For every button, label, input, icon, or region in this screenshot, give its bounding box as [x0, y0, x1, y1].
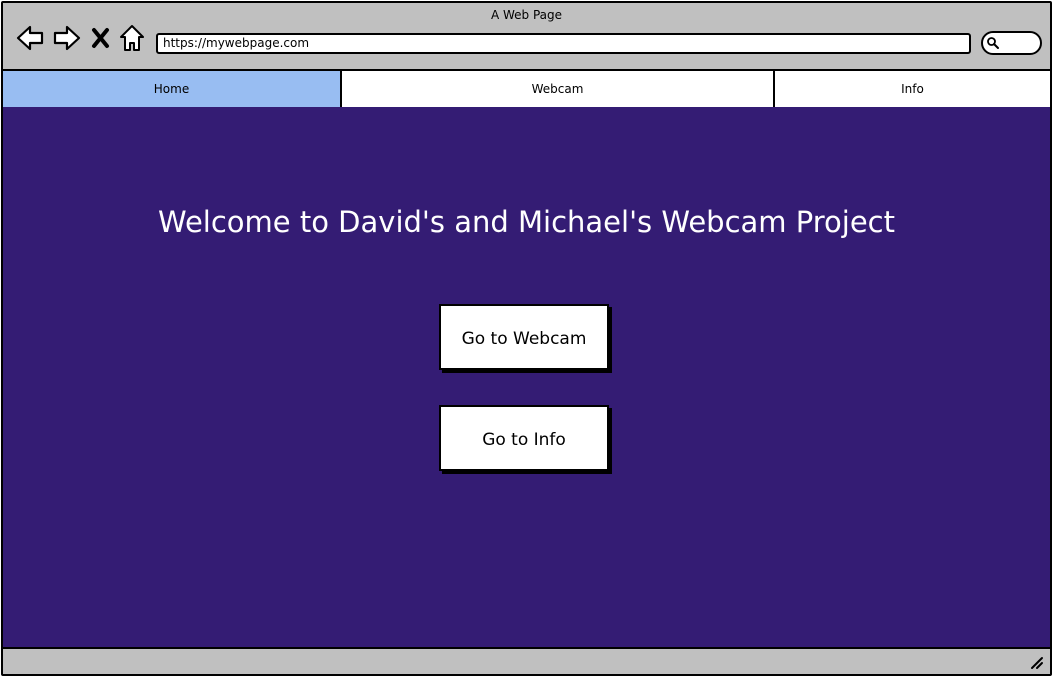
back-arrow-icon[interactable]: [15, 23, 45, 53]
tab-home[interactable]: Home: [3, 71, 342, 107]
window-title: A Web Page: [490, 8, 563, 22]
url-input[interactable]: https://mywebpage.com: [156, 33, 971, 54]
resize-grip-icon[interactable]: [1030, 656, 1044, 670]
home-icon[interactable]: [117, 23, 147, 53]
nav-tabs: Home Webcam Info: [3, 69, 1050, 109]
forward-arrow-icon[interactable]: [52, 23, 82, 53]
go-to-info-button[interactable]: Go to Info: [439, 405, 609, 471]
browser-toolbar: A Web Page https://mywebpage.com: [3, 3, 1050, 69]
main-content: Welcome to David's and Michael's Webcam …: [3, 107, 1050, 649]
search-icon: [987, 37, 999, 49]
browser-window: A Web Page https://mywebpage.com Home We…: [1, 1, 1052, 676]
tab-webcam[interactable]: Webcam: [342, 71, 775, 107]
tab-info[interactable]: Info: [775, 71, 1050, 107]
go-to-webcam-button[interactable]: Go to Webcam: [439, 304, 609, 370]
search-input[interactable]: [981, 31, 1042, 55]
status-bar: [3, 649, 1050, 674]
page-title: Welcome to David's and Michael's Webcam …: [157, 205, 895, 239]
close-icon[interactable]: [89, 23, 113, 53]
